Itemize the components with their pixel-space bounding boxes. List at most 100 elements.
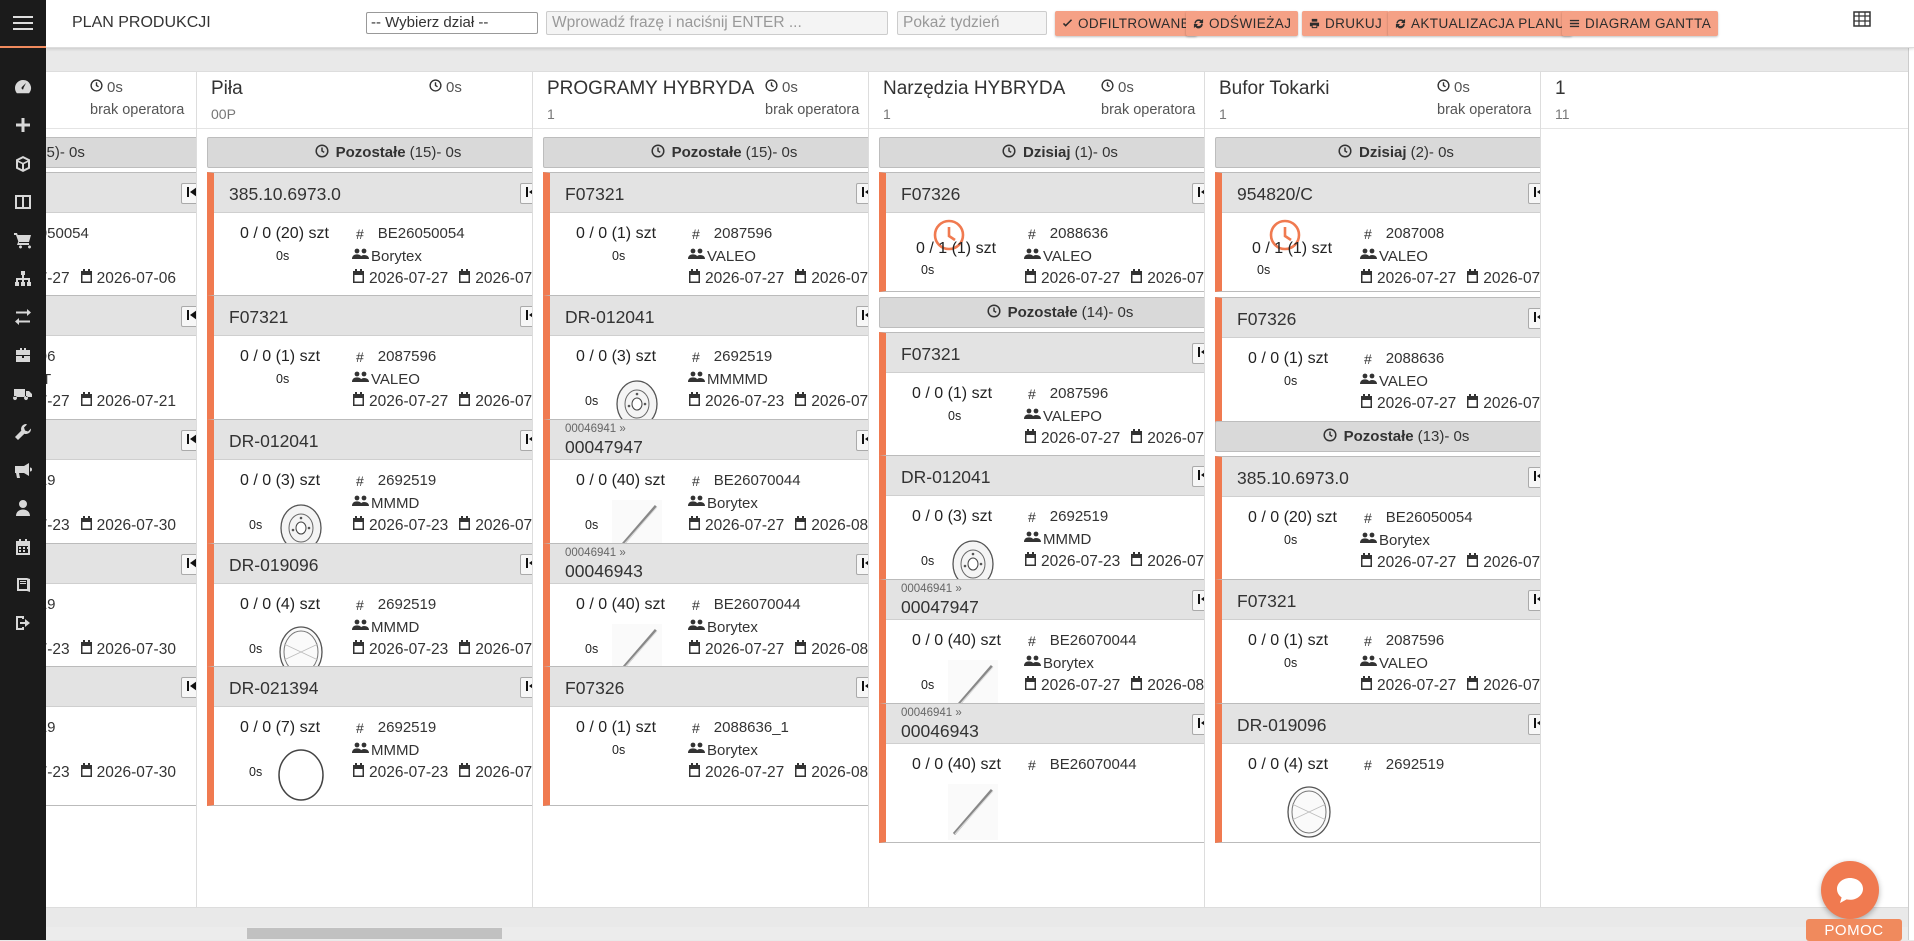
sidebar-item-book[interactable] [0, 566, 46, 604]
filtered-button[interactable]: ODFILTROWANE [1055, 11, 1198, 36]
week-input[interactable]: Pokaż tydzień [897, 11, 1047, 35]
top-toolbar: PLAN PRODUKCJI -- Wybierz dział -- Wprow… [46, 0, 1914, 48]
sidebar-item-truck[interactable] [0, 374, 46, 412]
order-card[interactable]: DR-019096 0 / 0 (4) szt 0s #2692519 MMMD 2026… [207, 543, 569, 683]
calendar-icon [794, 763, 811, 782]
card-time: 0s [585, 518, 599, 532]
order-card[interactable]: F07321 0 / 0 (1) szt 0s #2087596 VALEO 2026-0… [207, 295, 569, 435]
order-card[interactable]: DR-012041 0 / 0 (3) szt 0s #2692519 MMMD 2026… [879, 455, 1241, 595]
order-card[interactable]: F07326 0 / 1 (1) szt 0s #2088636 VALEO 2026-0… [879, 172, 1241, 292]
card-quantity: 0 / 0 (20) szt [240, 225, 329, 242]
table-icon[interactable] [1853, 11, 1871, 27]
sidebar [0, 0, 46, 940]
sidebar-item-plus[interactable] [0, 106, 46, 144]
order-card[interactable]: 00046941 » 00047947 0 / 0 (40) szt 0s # BE260… [879, 579, 1241, 719]
order-card[interactable]: F07321 0 / 0 (1) szt 0s #2087596 VALEPO 2026-… [879, 332, 1241, 472]
update-plan-button[interactable]: AKTUALIZACJA PLANU [1388, 11, 1573, 36]
sidebar-item-cart[interactable] [0, 221, 46, 259]
section-header[interactable]: Pozostałe (13) - 0s [1215, 421, 1577, 452]
order-card[interactable]: DR-021394 0 / 0 (7) szt 0s #2692519 MMMD 2026… [207, 666, 569, 806]
order-card[interactable]: F07321 0 / 0 (1) szt 0s #2087596 VALEO 2026-0… [1215, 579, 1577, 719]
order-card[interactable]: DR-012041 0 / 0 (3) szt 0s #2692519 MMMMD 202… [543, 295, 905, 435]
search-input[interactable]: Wprowadź frazę i naciśnij ENTER ... [546, 11, 888, 35]
calendar-icon [1466, 269, 1483, 288]
clock-icon [1338, 143, 1359, 162]
scrollbar-thumb[interactable] [247, 928, 502, 939]
order-card[interactable]: 385.10.6973.0 0 / 0 (20) szt 0s # BE26050054… [207, 172, 569, 312]
card-time: 0s [921, 554, 935, 568]
board-column: Narzędzia HYBRYDA 1 0s brak operatora Dzisia… [868, 71, 1255, 908]
sidebar-item-briefcase[interactable] [0, 336, 46, 374]
order-number: #2692519 [1028, 508, 1109, 525]
users-icon [352, 370, 371, 388]
card-time: 0s [249, 642, 263, 656]
sidebar-item-logout[interactable] [0, 604, 46, 642]
wrench-icon [15, 423, 32, 440]
order-card[interactable]: F07326 0 / 0 (1) szt 0s #2088636 VALEO 2026-0… [1215, 297, 1577, 437]
card-dates: 2026-07-27 2026-07-27 [1360, 269, 1563, 288]
section-header[interactable]: Dzisiaj (1) - 0s [879, 137, 1241, 168]
order-card[interactable]: F07321 0 / 0 (1) szt 0s #2087596 VALEO 2026-0… [543, 172, 905, 312]
order-card[interactable]: 00046941 » 00046943 0 / 0 (40) szt 0s # BE260… [543, 543, 905, 683]
order-card[interactable]: 954820/C 0 / 1 (1) szt 0s #2087008 VALEO 2026… [1215, 172, 1577, 292]
order-card[interactable]: DR-012041 0 / 0 (3) szt 0s #2692519 MMMD 2026… [207, 419, 569, 559]
sidebar-item-user[interactable] [0, 489, 46, 527]
sidebar-item-wrench[interactable] [0, 413, 46, 451]
board-column: PROGRAMY HYBRYDA 1 0s brak operatora Pozosta… [532, 71, 919, 908]
horizontal-scrollbar[interactable] [46, 927, 1908, 940]
sidebar-item-columns[interactable] [0, 183, 46, 221]
order-card[interactable]: DR-019096 0 / 0 (4) szt #2692519 [1215, 703, 1577, 843]
sidebar-item-exchange[interactable] [0, 298, 46, 336]
part-thumbnail [1284, 784, 1334, 840]
column-operator: brak operatora [1437, 102, 1532, 118]
order-number: # BE26070044 [1028, 632, 1137, 649]
list-icon [1569, 19, 1580, 28]
calendar-icon [80, 516, 97, 535]
chat-button[interactable] [1821, 861, 1879, 919]
order-card[interactable]: F07326 0 / 0 (1) szt 0s #2088636_1 Borytex 20… [543, 666, 905, 806]
card-time: 0s [1257, 263, 1271, 277]
section-header[interactable]: Pozostałe (15) - 0s [543, 137, 905, 168]
sidebar-item-calendar[interactable] [0, 528, 46, 566]
order-number: #2692519 [356, 596, 437, 613]
exchange-icon [15, 308, 31, 325]
hash-icon: # [692, 719, 700, 736]
section-header[interactable]: Pozostałe (15) - 0s [207, 137, 569, 168]
menu-toggle-button[interactable] [0, 0, 46, 48]
clock-icon [1101, 79, 1118, 96]
hash-icon: # [692, 472, 700, 489]
order-number: #19 [46, 596, 56, 613]
section-header[interactable]: Dzisiaj (2) - 0s [1215, 137, 1577, 168]
card-dates: 2026-07-23 2026-07-30 [1024, 552, 1227, 571]
gantt-button[interactable]: DIAGRAM GANTTA [1562, 11, 1719, 36]
customer: MMMD [1024, 530, 1091, 548]
order-card[interactable]: 385.10.6973.0 0 / 0 (20) szt 0s # BE26050054… [1215, 456, 1577, 596]
hash-icon: # [1364, 756, 1372, 773]
card-dates: 2026-07-27 2026-07-27 [1024, 269, 1227, 288]
calendar-icon [80, 763, 97, 782]
card-quantity: 0 / 0 (40) szt [912, 632, 1001, 649]
card-time: 0s [1284, 533, 1298, 547]
sidebar-item-sitemap[interactable] [0, 259, 46, 297]
page-scrollbar[interactable] [1908, 0, 1914, 940]
section-header[interactable]: Pozostałe (14) - 0s [879, 297, 1241, 328]
sidebar-item-box[interactable] [0, 145, 46, 183]
card-time: 0s [921, 263, 935, 277]
truck-icon [13, 388, 32, 400]
department-select[interactable]: -- Wybierz dział -- [366, 12, 538, 34]
card-header: 385.10.6973.0 [214, 173, 568, 213]
refresh-button[interactable]: ODŚWIEŻAJ [1186, 11, 1299, 36]
card-header: 00046941 » 00046943 [550, 544, 904, 584]
order-card[interactable]: 00046941 » 00047947 0 / 0 (40) szt 0s # BE260… [543, 419, 905, 559]
sidebar-item-dashboard[interactable] [0, 68, 46, 106]
order-card[interactable]: 00046941 » 00046943 0 / 0 (40) szt # BE26070… [879, 703, 1241, 843]
card-header: DR-021394 [214, 667, 568, 707]
print-button[interactable]: DRUKUJ [1302, 11, 1390, 36]
calendar-icon [1130, 552, 1147, 571]
help-button[interactable]: POMOC [1806, 919, 1902, 941]
sitemap-icon [15, 270, 31, 286]
card-quantity: 0 / 0 (7) szt [240, 719, 321, 736]
users-icon [1024, 654, 1043, 672]
hash-icon: # [1028, 385, 1036, 402]
sidebar-item-megaphone[interactable] [0, 451, 46, 489]
